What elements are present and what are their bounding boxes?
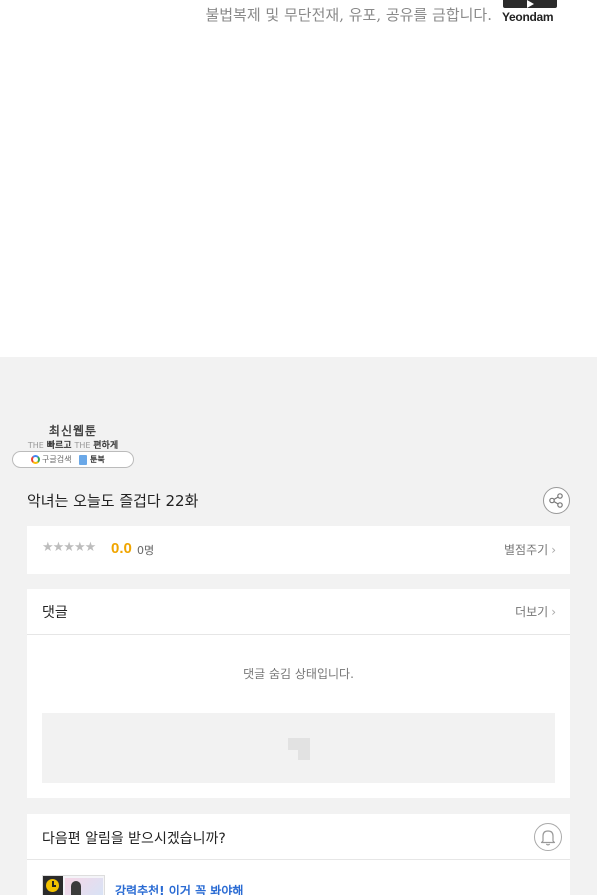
share-button[interactable]: [543, 487, 570, 514]
promo-slogan: THE 빠르고 THE 편하게: [12, 438, 134, 451]
promo-search-label: 구글검색: [42, 455, 72, 464]
chevron-right-icon: ›: [551, 543, 556, 557]
promo-the-1: THE: [27, 441, 44, 450]
rating-score: 0.0: [111, 540, 132, 557]
rating-count: 0명: [137, 544, 155, 557]
rate-button-label: 별점주기: [504, 543, 549, 557]
comment-card: 댓글 더보기 › 댓글 숨김 상태입니다.: [27, 589, 570, 798]
comment-hidden-message: 댓글 숨김 상태입니다.: [243, 667, 354, 681]
notify-card: 다음편 알림을 받으시겠습니까? 강력추천! 이거 꼭 봐야해: [27, 814, 570, 895]
rating-card: ★★★★★ 0.0 0명 별점주기 ›: [27, 526, 570, 574]
comment-more-button[interactable]: 더보기 ›: [515, 603, 556, 620]
promo-word-1: 빠르고: [46, 441, 72, 451]
divider: [27, 859, 570, 860]
write-icon: [288, 738, 310, 760]
brand-logo-text: Yeondam: [502, 10, 554, 24]
comment-heading: 댓글: [42, 605, 68, 621]
notify-bell-button[interactable]: [534, 823, 562, 851]
bell-icon: [540, 830, 556, 846]
viewer-end-area: 불법복제 및 무단전재, 유포, 공유를 금합니다. Yeondam: [0, 0, 597, 357]
promo-toon-label: 툰북: [90, 455, 105, 464]
notify-question: 다음편 알림을 받으시겠습니까?: [42, 831, 226, 847]
recommend-thumbnail[interactable]: [42, 875, 105, 895]
rating-stars[interactable]: ★★★★★: [42, 540, 96, 555]
promo-title: 최신웹툰: [48, 424, 98, 438]
clock-icon: [43, 876, 63, 895]
comment-more-label: 더보기: [515, 605, 549, 619]
chevron-right-icon: ›: [551, 605, 556, 619]
promo-the-2: THE: [74, 441, 91, 450]
share-icon: [549, 493, 563, 508]
book-icon: [79, 455, 87, 465]
rate-button[interactable]: 별점주기 ›: [504, 541, 556, 558]
divider: [27, 634, 570, 635]
promo-search-pill[interactable]: 구글검색 툰북: [12, 451, 134, 468]
comment-input-box[interactable]: [42, 713, 555, 783]
brand-logo: Yeondam: [502, 0, 558, 26]
play-mark-icon: [503, 0, 557, 8]
copyright-notice: 불법복제 및 무단전재, 유포, 공유를 금합니다.: [205, 6, 492, 24]
episode-title: 악녀는 오늘도 즐겁다 22화: [27, 492, 199, 510]
google-icon: [31, 455, 40, 464]
promo-banner[interactable]: 최신웹툰 THE 빠르고 THE 편하게 구글검색 툰북: [12, 420, 134, 470]
recommend-link[interactable]: 강력추천! 이거 꼭 봐야해: [115, 882, 243, 895]
promo-word-2: 편하게: [93, 441, 119, 451]
thumbnail-art: [65, 878, 103, 895]
